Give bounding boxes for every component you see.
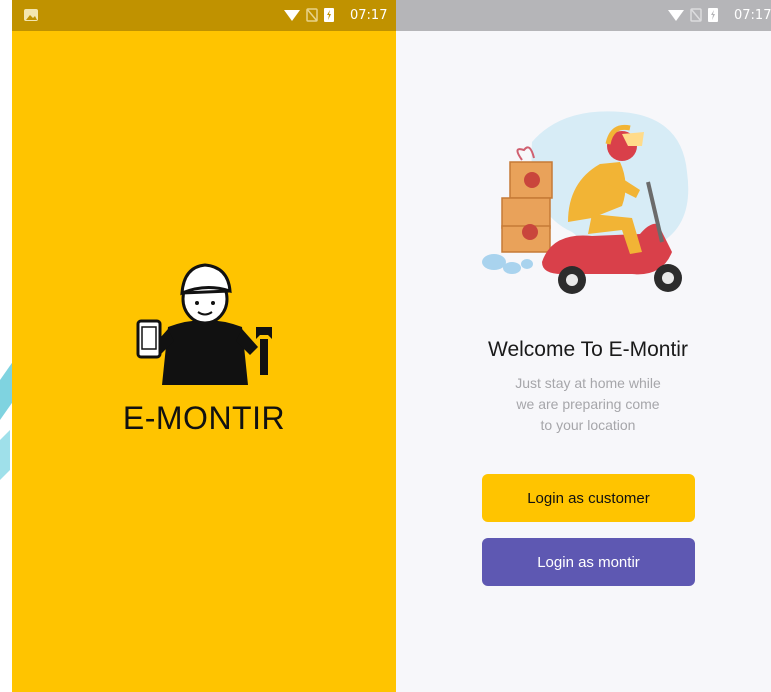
welcome-screen: 07:17 Welcome To E-Montir Just stay at h…: [396, 0, 771, 692]
mechanic-illustration: [130, 255, 280, 385]
status-icons: [668, 7, 718, 27]
image-notification-icon: [24, 9, 38, 21]
wifi-icon: [284, 8, 300, 27]
no-sim-icon: [306, 7, 318, 27]
login-montir-button[interactable]: Login as montir: [482, 538, 695, 586]
battery-charging-icon: [708, 7, 718, 27]
splash-screen: 07:17 E-MONTIR: [12, 0, 396, 692]
status-icons: [284, 7, 334, 27]
welcome-subtitle: Just stay at home while we are preparing…: [515, 375, 661, 433]
brand-name: E-MONTIR: [122, 400, 286, 436]
battery-charging-icon: [324, 7, 334, 27]
delivery-scooter-illustration: [472, 102, 702, 302]
status-time: 07:17: [734, 8, 771, 23]
wifi-icon: [668, 8, 684, 27]
welcome-title: Welcome To E-Montir: [488, 338, 688, 361]
login-customer-button[interactable]: Login as customer: [482, 474, 695, 522]
status-time: 07:17: [350, 8, 388, 23]
no-sim-icon: [690, 7, 702, 27]
status-bar: 07:17: [12, 0, 396, 31]
status-bar: 07:17: [396, 0, 771, 31]
